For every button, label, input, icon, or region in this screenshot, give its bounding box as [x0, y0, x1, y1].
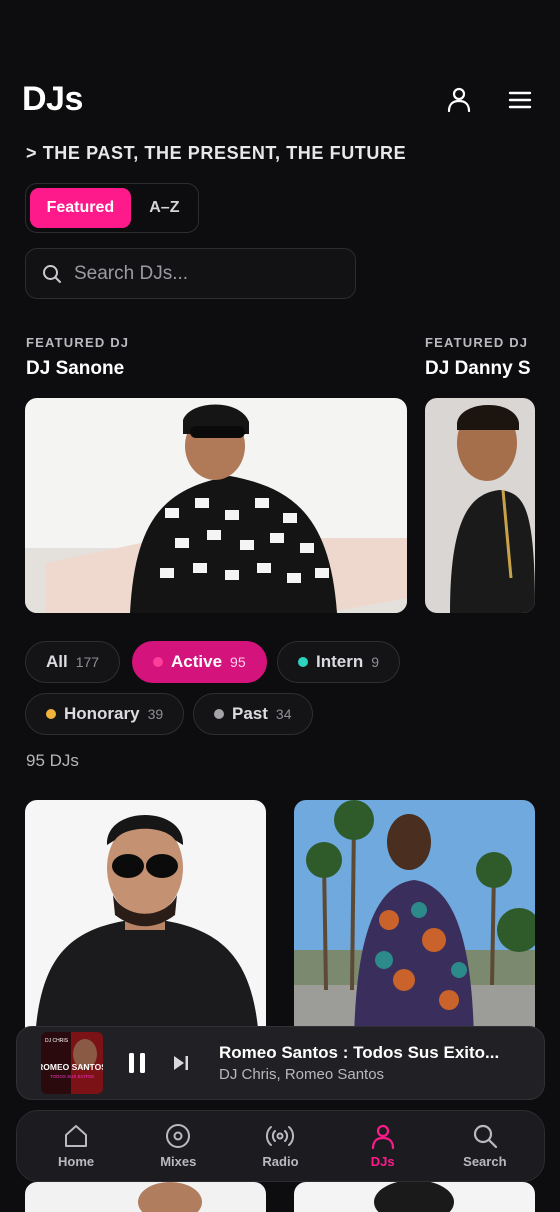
results-count: 95 DJs [26, 751, 79, 770]
chip-label: Intern [316, 652, 364, 671]
status-dot [298, 657, 308, 667]
hamburger-menu-icon [508, 91, 532, 109]
tab-label: Search [463, 1154, 507, 1169]
featured-dj-name: DJ Danny S [425, 358, 531, 379]
tab-label: Mixes [160, 1154, 197, 1169]
filter-chip-active[interactable]: Active 95 [132, 641, 267, 683]
chip-count: 95 [230, 654, 246, 670]
tab-home[interactable]: Home [28, 1123, 124, 1169]
filter-chip-past[interactable]: Past 34 [193, 693, 313, 735]
featured-dj-photo [425, 398, 535, 613]
track-artist: DJ Chris, Romeo Santos [219, 1066, 385, 1083]
dj-card[interactable] [294, 800, 535, 1040]
featured-label: FEATURED DJ [26, 335, 130, 350]
album-art-main-text: ROMEO SANTOS [41, 1062, 103, 1072]
album-art-sub-text: TODOS SUS EXITOS [50, 1074, 94, 1079]
page-title: DJs [22, 80, 83, 118]
chip-label: All [46, 652, 68, 671]
tab-mixes[interactable]: Mixes [130, 1123, 226, 1169]
tab-label: DJs [370, 1154, 395, 1169]
dj-photo [294, 1182, 535, 1212]
status-dot [46, 709, 56, 719]
dj-card[interactable] [25, 1182, 266, 1212]
search-input[interactable] [74, 262, 334, 285]
chip-label: Past [232, 704, 268, 723]
status-dot [153, 657, 163, 667]
chip-label: Honorary [64, 704, 140, 723]
chip-count: 9 [371, 654, 380, 670]
filter-chip-all[interactable]: All 177 [25, 641, 121, 683]
track-title: Romeo Santos : Todos Sus Exito... [219, 1043, 500, 1062]
tagline: > THE PAST, THE PRESENT, THE FUTURE [26, 143, 407, 163]
featured-dj-card[interactable] [425, 398, 535, 613]
pause-icon [129, 1053, 145, 1073]
album-art-top-text: DJ CHRIS [45, 1038, 69, 1044]
tab-label: Radio [262, 1154, 299, 1169]
chip-count: 39 [147, 706, 164, 722]
featured-dj-name: DJ Sanone [26, 358, 125, 379]
search-bar [25, 248, 356, 299]
featured-dj-card[interactable] [25, 398, 407, 613]
dj-photo [294, 800, 535, 1040]
pause-button[interactable] [119, 1045, 155, 1081]
filter-chip-intern[interactable]: Intern 9 [277, 641, 401, 683]
dj-photo [25, 1182, 266, 1212]
bottom-tab-bar: Home Mixes Radio DJs Search [16, 1110, 545, 1182]
featured-toggle-button[interactable]: Featured [30, 188, 131, 228]
dj-card[interactable] [25, 800, 266, 1040]
tab-search[interactable]: Search [437, 1123, 533, 1169]
mixes-icon [166, 1124, 191, 1148]
view-toggle: Featured A–Z [25, 183, 199, 233]
tab-label: Home [58, 1154, 95, 1169]
skip-next-icon [174, 1056, 188, 1070]
menu-button[interactable] [503, 83, 537, 117]
tab-radio[interactable]: Radio [232, 1123, 328, 1169]
chip-count: 177 [75, 654, 100, 670]
search-icon [473, 1124, 497, 1149]
home-icon [65, 1125, 88, 1147]
dj-icon [371, 1124, 394, 1149]
track-info: Romeo Santos : Todos Sus Exito... DJ Chr… [219, 1043, 499, 1083]
search-icon [43, 264, 61, 283]
now-playing-bar[interactable]: DJ CHRIS ROMEO SANTOS TODOS SUS EXITOS R… [16, 1026, 545, 1100]
album-art: DJ CHRIS ROMEO SANTOS TODOS SUS EXITOS [41, 1032, 103, 1094]
tab-djs[interactable]: DJs [335, 1123, 431, 1169]
status-dot [214, 709, 224, 719]
featured-label: FEATURED DJ [425, 335, 529, 350]
chip-label: Active [171, 652, 223, 671]
filter-chip-honorary[interactable]: Honorary 39 [25, 693, 185, 735]
profile-button[interactable] [442, 83, 476, 117]
user-icon [447, 87, 471, 113]
dj-card[interactable] [294, 1182, 535, 1212]
az-toggle-button[interactable]: A–Z [135, 188, 194, 228]
skip-next-button[interactable] [163, 1045, 199, 1081]
dj-photo [25, 800, 266, 1040]
radio-icon [266, 1126, 295, 1146]
chip-count: 34 [275, 706, 292, 722]
featured-dj-photo [25, 398, 407, 613]
